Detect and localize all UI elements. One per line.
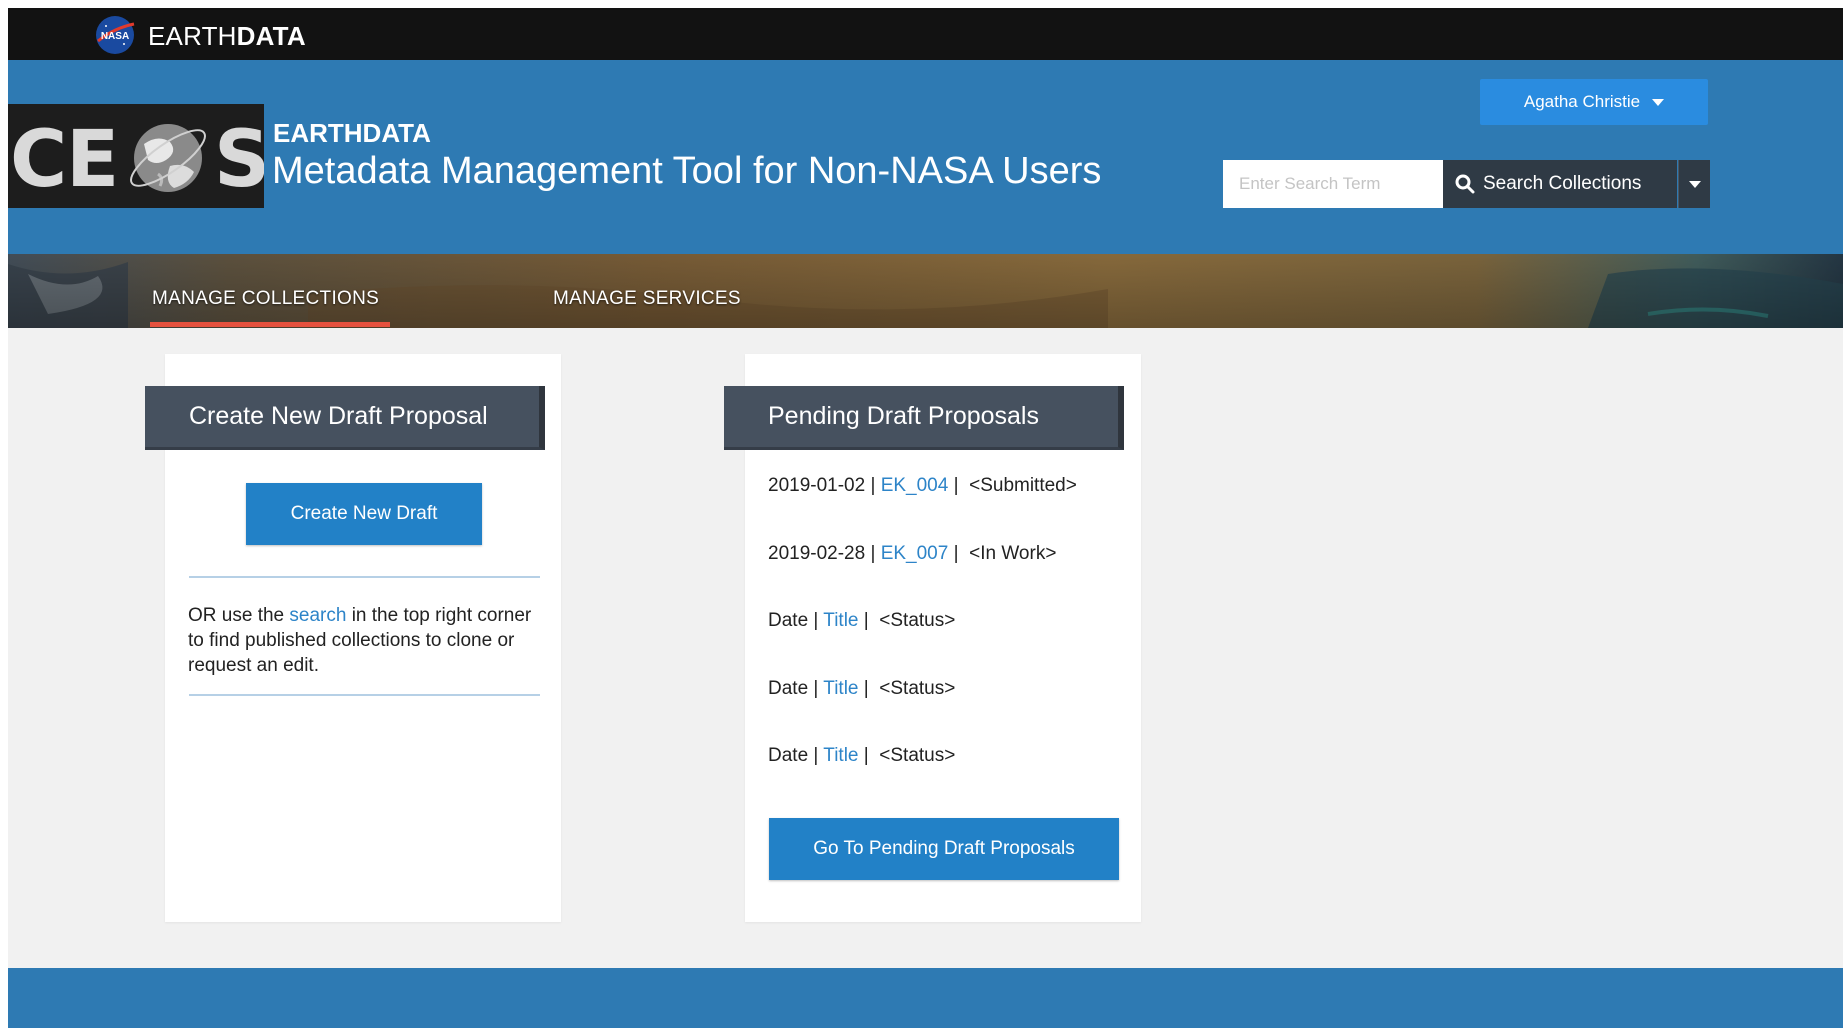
proposal-date: 2019-02-28 [768, 543, 866, 564]
top-bar: NASA EARTHDATA [8, 8, 1843, 60]
proposal-status: <Submitted> [969, 475, 1077, 496]
svg-text:NASA: NASA [101, 31, 129, 42]
proposal-title-link[interactable]: EK_007 [881, 543, 949, 564]
user-name: Agatha Christie [1523, 92, 1641, 111]
app-name: EARTHDATA [273, 118, 431, 148]
svg-text:S: S [214, 115, 264, 205]
active-tab-indicator [150, 322, 390, 327]
user-menu-button[interactable]: Agatha Christie [1480, 79, 1708, 125]
pending-proposal-row: Date | Title | <Status> [768, 745, 956, 766]
help-text-prefix: OR use the [188, 605, 290, 626]
proposal-status: <Status> [879, 745, 956, 766]
search-button-label: Search Collections [1483, 173, 1642, 194]
divider [189, 576, 540, 578]
proposal-date: 2019-01-02 [768, 475, 866, 496]
pending-proposal-row: Date | Title | <Status> [768, 678, 956, 699]
app-header: C E S EARTHDATA Metadata Management Tool… [8, 60, 1843, 254]
proposal-date: Date [768, 678, 809, 699]
search-collections-button[interactable]: Search Collections [1443, 160, 1677, 208]
proposal-date: Date [768, 745, 809, 766]
proposal-date: Date [768, 610, 809, 631]
proposal-title-link[interactable]: Title [823, 745, 858, 766]
create-draft-card-title: Create New Draft Proposal [145, 386, 545, 450]
ceos-logo[interactable]: C E S [8, 104, 264, 208]
search-input[interactable] [1223, 160, 1443, 208]
go-to-pending-drafts-button[interactable]: Go To Pending Draft Proposals [769, 818, 1119, 880]
search-options-dropdown[interactable] [1678, 160, 1710, 208]
page-frame: NASA EARTHDATA C E S EARTHDATA Metadata … [8, 8, 1843, 1028]
proposal-title-link[interactable]: EK_004 [881, 475, 949, 496]
brand-suffix: DATA [236, 21, 306, 51]
page-footer [8, 968, 1843, 1028]
svg-text:C: C [10, 115, 67, 205]
create-new-draft-button[interactable]: Create New Draft [246, 483, 482, 545]
pending-proposal-row: 2019-01-02 | EK_004 | <Submitted> [768, 475, 1077, 496]
pending-drafts-card-title: Pending Draft Proposals [724, 386, 1124, 450]
main-nav: MANAGE COLLECTIONS MANAGE SERVICES [8, 254, 1843, 328]
divider [189, 694, 540, 696]
proposal-status: <Status> [879, 678, 956, 699]
svg-text:E: E [66, 115, 119, 205]
search-icon [1455, 174, 1475, 194]
pending-proposal-row: Date | Title | <Status> [768, 610, 956, 631]
earthdata-brand[interactable]: EARTHDATA [148, 21, 306, 52]
search-link[interactable]: search [289, 605, 346, 626]
search-help-text: OR use the search in the top right corne… [188, 603, 548, 678]
app-subtitle: Metadata Management Tool for Non-NASA Us… [272, 150, 1102, 192]
proposal-status: <In Work> [969, 543, 1057, 564]
brand-prefix: EARTH [148, 21, 237, 51]
proposal-status: <Status> [879, 610, 956, 631]
proposal-title-link[interactable]: Title [823, 610, 858, 631]
nasa-logo[interactable]: NASA [94, 14, 136, 56]
caret-down-icon [1688, 180, 1701, 188]
tab-manage-collections[interactable]: MANAGE COLLECTIONS [152, 288, 379, 310]
pending-proposal-row: 2019-02-28 | EK_007 | <In Work> [768, 543, 1057, 564]
caret-down-icon [1652, 98, 1665, 106]
proposal-title-link[interactable]: Title [823, 678, 858, 699]
tab-manage-services[interactable]: MANAGE SERVICES [553, 288, 741, 310]
